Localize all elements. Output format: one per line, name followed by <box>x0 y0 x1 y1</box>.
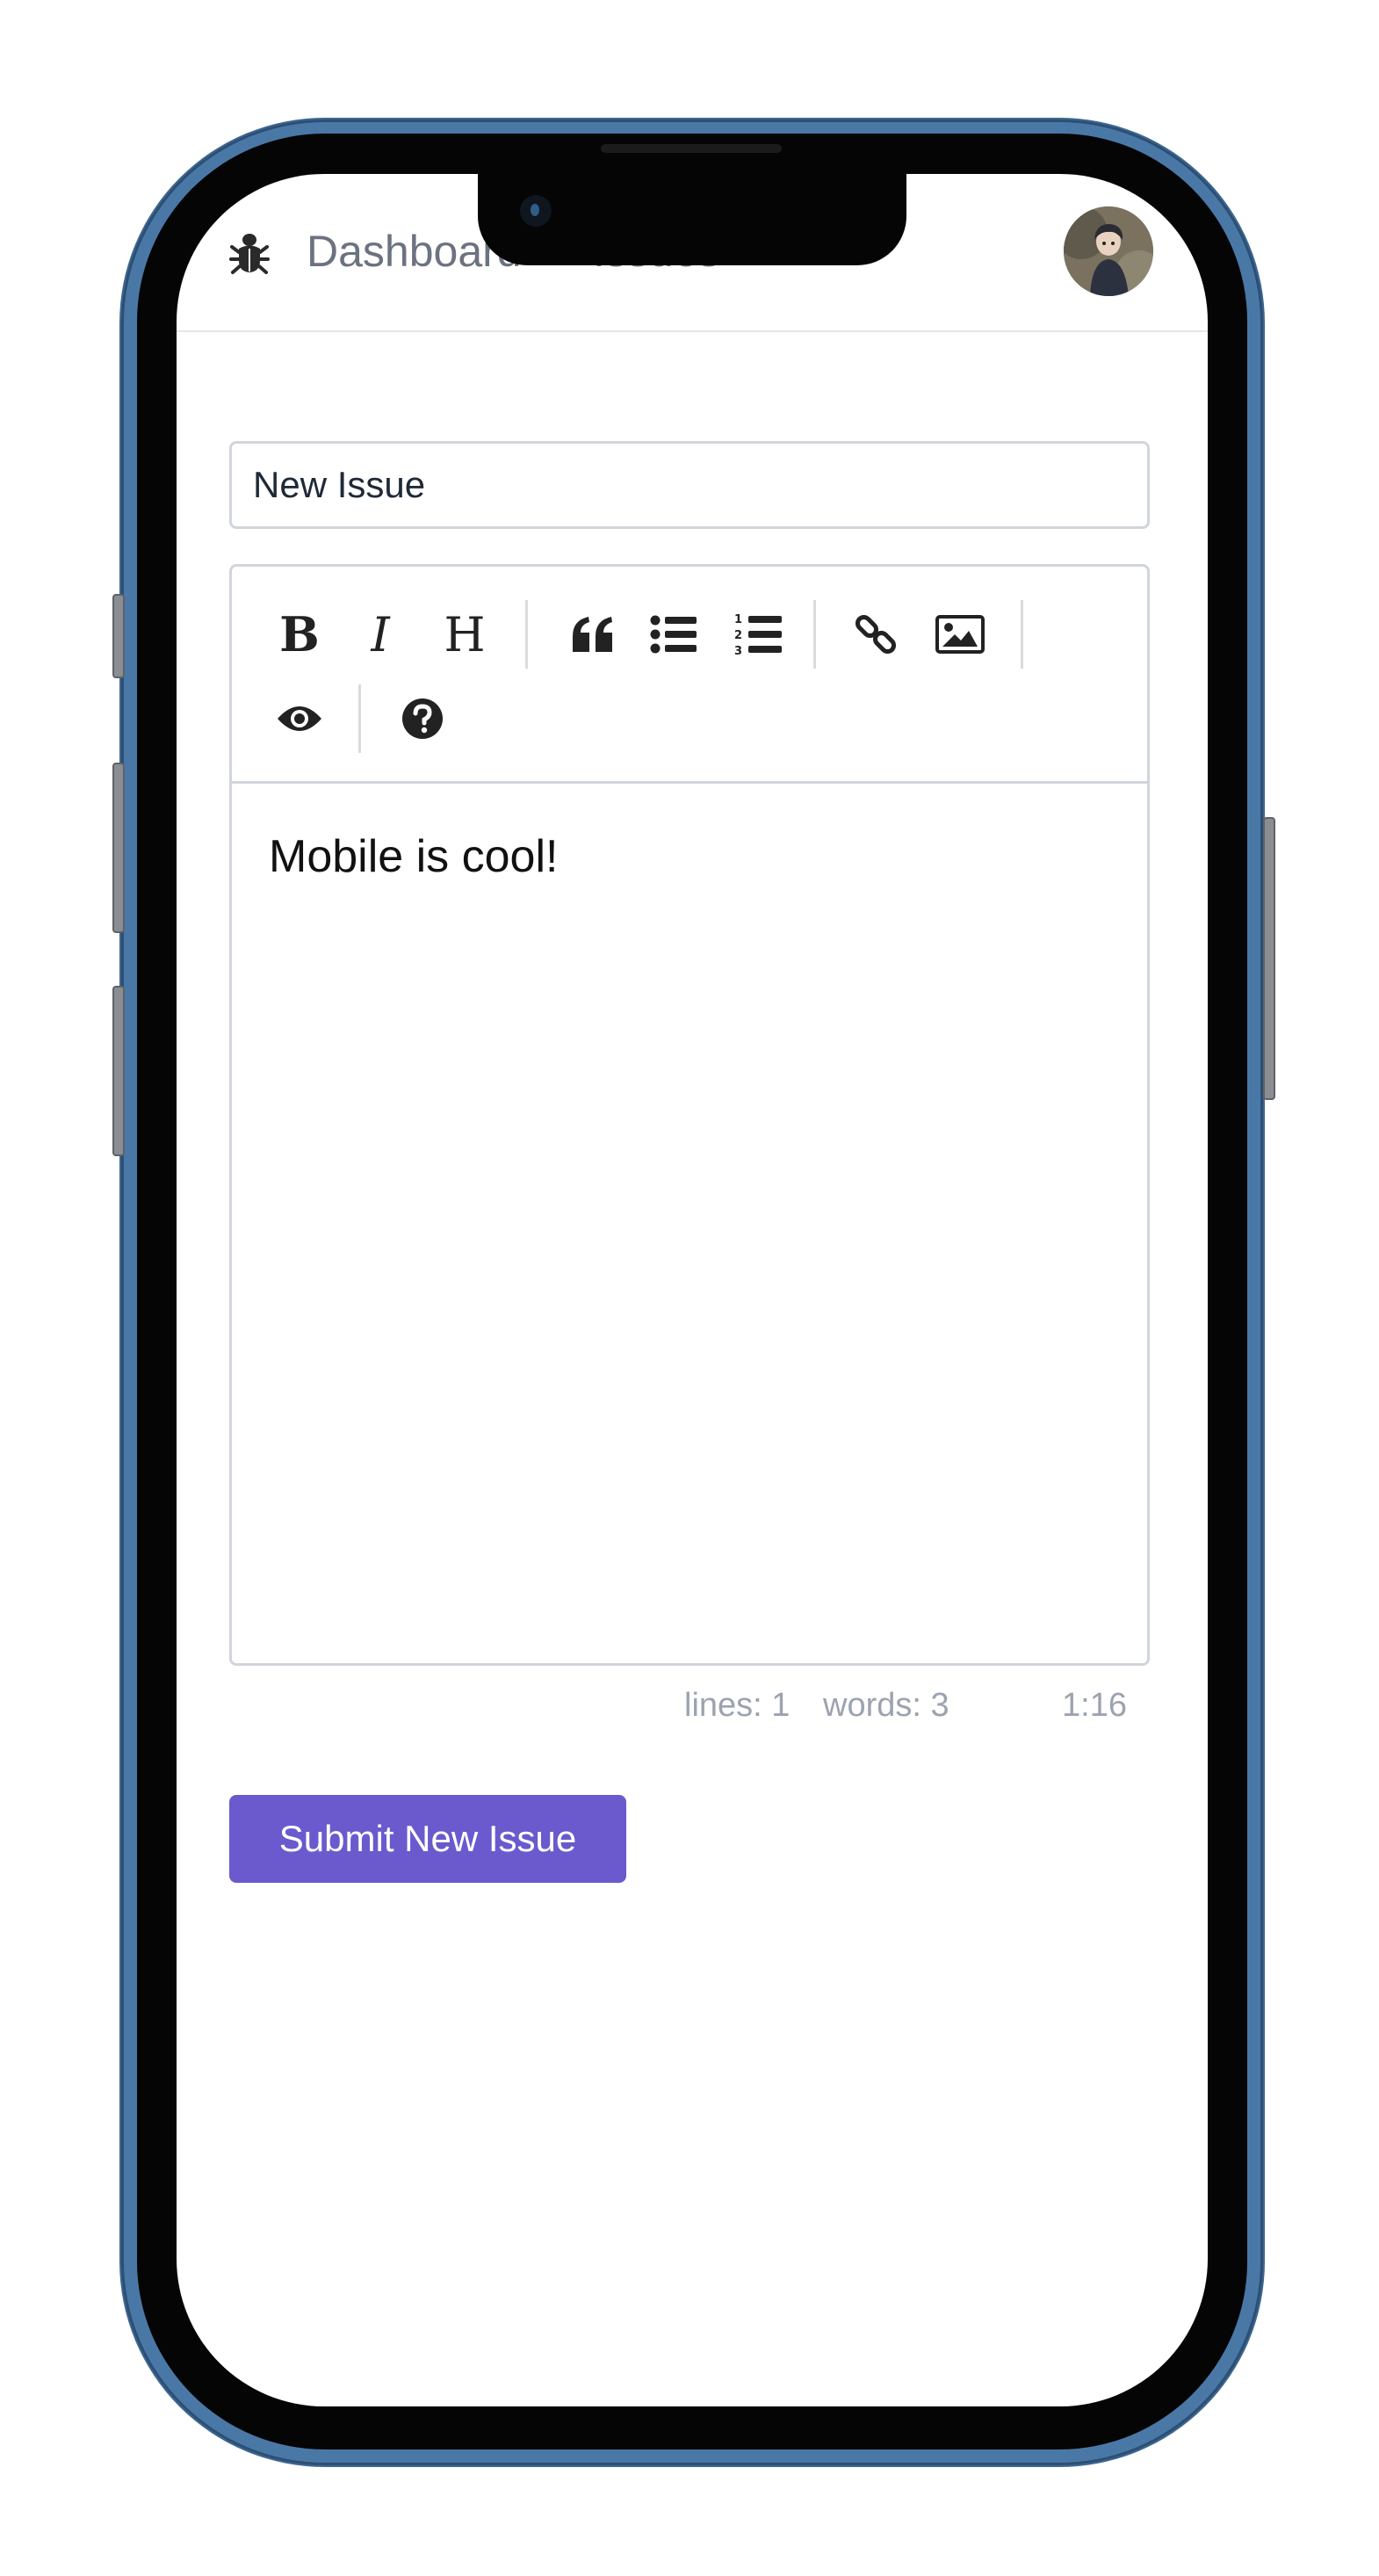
ordered-list-icon: 1 2 3 <box>734 613 782 657</box>
bold-button[interactable]: B <box>269 604 330 665</box>
image-button[interactable] <box>929 604 991 665</box>
unordered-list-icon <box>650 615 697 654</box>
phone-camera <box>520 195 552 227</box>
heading-button[interactable]: H <box>434 604 495 665</box>
status-cursor-position: 1:16 <box>1062 1687 1127 1724</box>
link-icon <box>855 614 897 655</box>
heading-icon: H <box>444 606 486 662</box>
status-lines: lines: 1 <box>684 1687 791 1724</box>
phone-power-button <box>1263 817 1275 1100</box>
unordered-list-button[interactable] <box>643 604 704 665</box>
link-button[interactable] <box>845 604 906 665</box>
submit-new-issue-button[interactable]: Submit New Issue <box>229 1795 626 1883</box>
preview-button[interactable] <box>269 688 330 749</box>
toolbar-divider <box>813 600 816 669</box>
editor-content[interactable]: Mobile is cool! <box>269 830 558 883</box>
svg-text:1: 1 <box>734 613 742 626</box>
image-icon <box>935 615 985 654</box>
toolbar-divider <box>358 684 361 753</box>
markdown-editor: B I H 1 2 3 Mobile is cool! <box>229 564 1150 1666</box>
phone-silent-switch <box>112 594 125 678</box>
italic-button[interactable]: I <box>350 604 411 665</box>
help-icon <box>402 698 443 739</box>
ordered-list-button[interactable]: 1 2 3 <box>727 604 789 665</box>
help-button[interactable] <box>392 688 453 749</box>
italic-icon: I <box>371 606 390 662</box>
editor-toolbar: B I H 1 2 3 <box>232 567 1147 784</box>
bold-icon: B <box>279 606 320 662</box>
toolbar-divider <box>525 600 528 669</box>
phone-speaker <box>601 144 782 153</box>
svg-text:3: 3 <box>734 645 742 657</box>
phone-volume-up-button <box>112 763 125 933</box>
phone-screen: Dashboard Issues B I H <box>177 174 1208 2406</box>
svg-text:2: 2 <box>734 629 742 642</box>
quote-icon <box>573 617 612 652</box>
phone-volume-down-button <box>112 986 125 1156</box>
preview-eye-icon <box>278 706 321 731</box>
bug-icon[interactable] <box>229 231 270 275</box>
quote-button[interactable] <box>562 604 624 665</box>
status-words: words: 3 <box>823 1687 949 1724</box>
avatar-illustration-icon <box>1064 206 1153 296</box>
user-avatar[interactable] <box>1064 206 1153 296</box>
toolbar-divider <box>1021 600 1023 669</box>
issue-title-input[interactable] <box>229 441 1150 529</box>
